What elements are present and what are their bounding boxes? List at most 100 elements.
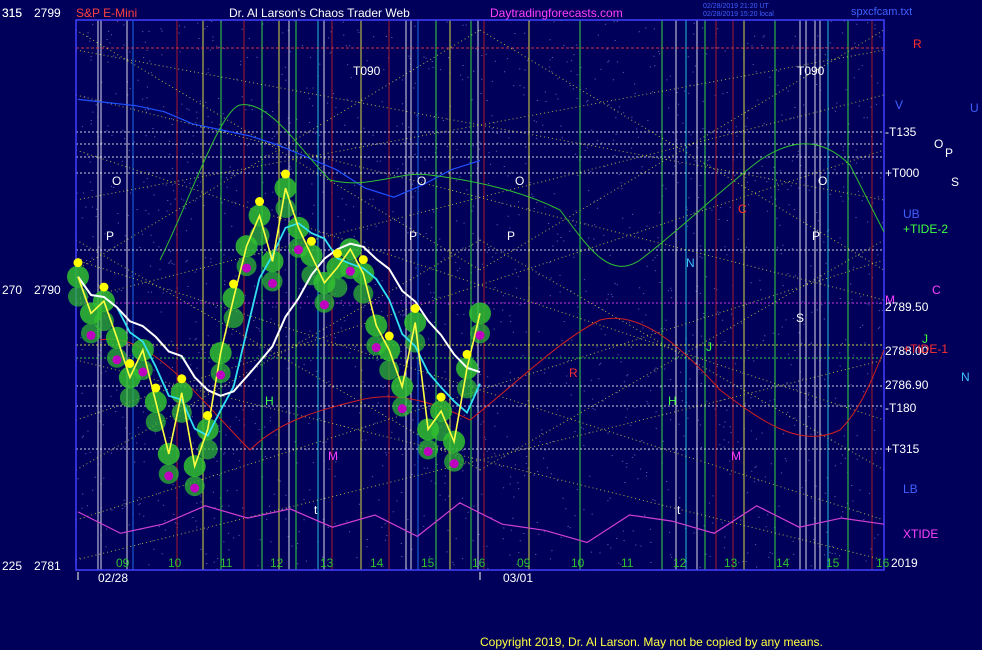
level-label-1: V: [895, 98, 904, 112]
high-marker-28: [436, 392, 446, 402]
chart-letter-19: t: [314, 503, 318, 517]
level-label-4: O: [934, 137, 944, 151]
high-marker-22: [358, 255, 368, 265]
low-marker-15: [268, 278, 278, 288]
low-marker-9: [190, 483, 200, 493]
chart-letter-16: R: [569, 366, 578, 380]
hour-tick-12: 13: [724, 556, 738, 570]
high-marker-18: [306, 236, 316, 246]
chart-letter-5: O: [818, 174, 828, 188]
low-marker-31: [475, 330, 485, 340]
price-blob-low-20: [327, 277, 348, 298]
level-label-19: +T315: [885, 442, 920, 456]
level-label-16: N: [961, 370, 970, 384]
price-blob-0: [67, 265, 89, 288]
chart-letter-7: P: [409, 229, 418, 243]
hour-tick-14: 15: [826, 556, 840, 570]
high-marker-2: [99, 282, 109, 292]
chart-letter-4: O: [515, 174, 525, 188]
chart-letter-8: P: [507, 229, 516, 243]
hour-tick-7: 16: [472, 556, 486, 570]
angle-label-2: 225: [2, 559, 23, 573]
chart-letter-6: P: [106, 229, 115, 243]
hour-tick-1: 10: [168, 556, 182, 570]
high-marker-20: [332, 249, 342, 258]
symbol-label: S&P E-Mini: [76, 6, 138, 20]
high-marker-30: [462, 349, 472, 359]
hour-tick-10: 11: [621, 556, 634, 570]
price-blob-low-26: [405, 332, 426, 353]
hour-tick-5: 14: [370, 556, 384, 570]
level-label-7: S: [951, 175, 960, 189]
low-marker-29: [449, 459, 459, 469]
hour-tick-9: 10: [571, 556, 585, 570]
level-label-8: UB: [903, 207, 920, 221]
chart-letter-13: M: [731, 449, 741, 463]
high-marker-10: [203, 410, 213, 420]
high-marker-12: [229, 279, 239, 289]
low-marker-21: [345, 266, 355, 276]
low-marker-7: [164, 471, 174, 481]
low-marker-23: [371, 343, 381, 353]
chart-letter-2: O: [112, 174, 122, 188]
hour-tick-4: 13: [320, 556, 334, 570]
low-marker-25: [397, 404, 407, 414]
level-label-15: +TIDE-1: [903, 342, 949, 356]
high-marker-14: [255, 197, 265, 207]
level-label-3: -T135: [885, 125, 917, 139]
timestamp-local: 02/28/2019 15:20 local: [703, 11, 774, 18]
chart-window: 315 2799 S&P E-Mini Dr. Al Larson's Chaos T…: [0, 0, 982, 650]
hour-tick-2: 11: [220, 556, 233, 570]
chart-letter-14: N: [686, 256, 695, 270]
hour-tick-0: 09: [116, 556, 130, 570]
site-label: Daytradingforecasts.com: [490, 6, 623, 20]
copyright-text: Copyright 2019, Dr. Al Larson. May not b…: [480, 635, 823, 649]
low-marker-17: [293, 245, 303, 255]
date-label-0: 02/28: [98, 571, 129, 585]
level-label-6: +T000: [885, 166, 920, 180]
low-marker-19: [319, 300, 329, 310]
high-marker-24: [384, 331, 394, 341]
chart-letter-17: S: [796, 311, 805, 325]
high-marker-6: [151, 383, 161, 393]
level-label-20: LB: [903, 482, 918, 496]
level-label-5: P: [945, 146, 954, 160]
angle-label-1: 270: [2, 283, 23, 297]
chart-canvas: [67, 19, 885, 580]
price-tick-1: 2790: [34, 283, 61, 297]
low-marker-27: [423, 446, 433, 456]
hour-tick-11: 12: [673, 556, 687, 570]
low-marker-5: [138, 367, 148, 377]
chart-letter-11: H: [668, 394, 677, 408]
low-marker-11: [216, 370, 226, 380]
chart-letter-3: O: [417, 174, 427, 188]
chart-letter-12: M: [328, 449, 338, 463]
level-label-21: XTIDE: [903, 527, 939, 541]
price-axis-top-label: 2799: [34, 6, 61, 20]
low-marker-1: [86, 330, 96, 340]
year-label: 2019: [891, 556, 918, 570]
chart-title: Dr. Al Larson's Chaos Trader Web: [229, 6, 410, 20]
chart-letter-9: P: [812, 229, 821, 243]
price-blob-low-8: [171, 402, 192, 423]
level-label-10: C: [932, 283, 941, 297]
level-label-0: R: [913, 37, 922, 51]
low-marker-3: [112, 355, 122, 365]
high-marker-8: [177, 374, 187, 384]
hour-tick-8: 09: [517, 556, 531, 570]
chart-letter-0: T090: [353, 64, 381, 78]
level-label-2: U: [970, 101, 979, 115]
high-marker-0: [73, 258, 83, 268]
angle-label-0: 315: [2, 6, 23, 20]
hour-tick-6: 15: [421, 556, 435, 570]
high-marker-16: [280, 169, 290, 179]
date-label-1: 03/01: [503, 571, 534, 585]
level-label-18: -T180: [885, 401, 917, 415]
price-blob-low-4: [119, 387, 140, 408]
chart-letter-15: C: [738, 202, 747, 216]
level-label-12: 2789.50: [885, 300, 929, 314]
chart-letter-20: t: [677, 503, 681, 517]
hour-tick-13: 14: [776, 556, 790, 570]
chart-letter-1: T090: [797, 64, 825, 78]
level-label-9: +TIDE-2: [903, 222, 949, 236]
